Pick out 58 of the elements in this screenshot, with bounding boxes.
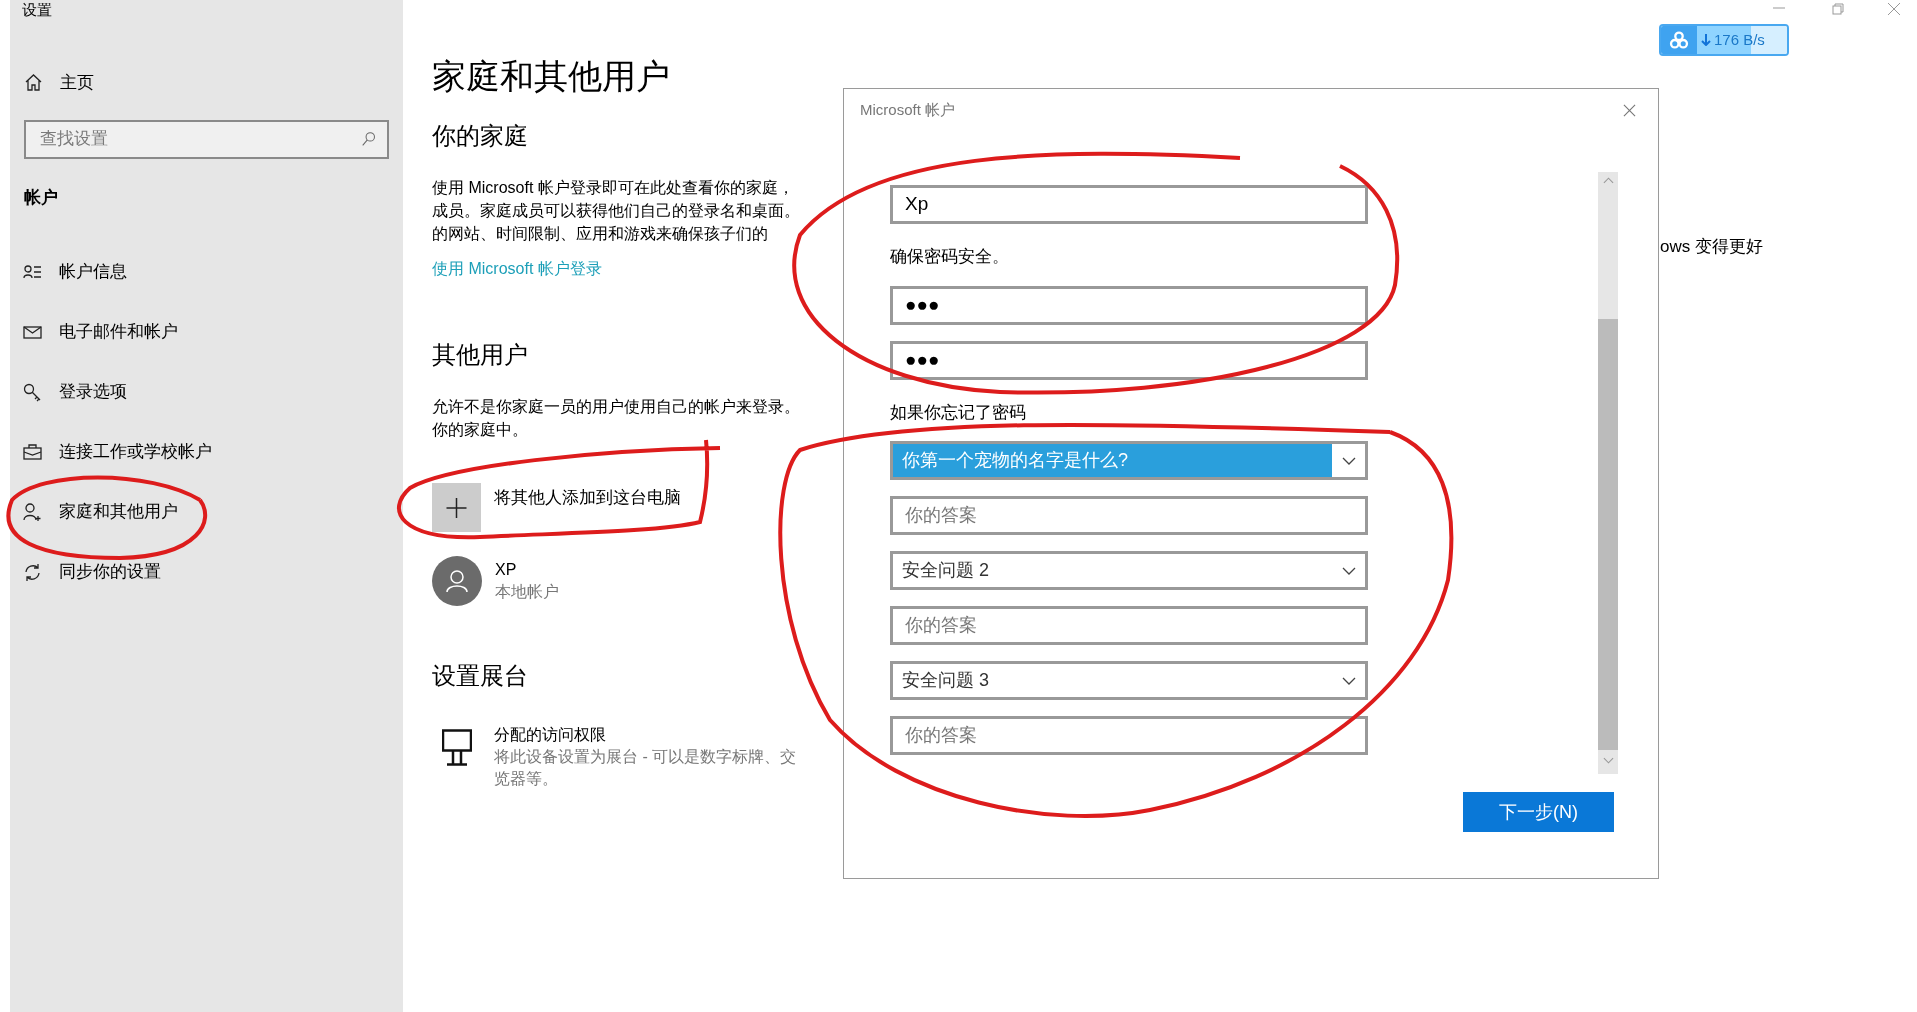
input-field[interactable]: Xp bbox=[890, 185, 1368, 224]
chevron-down-icon bbox=[1341, 456, 1356, 465]
scrollbar-thumb[interactable] bbox=[1598, 319, 1618, 750]
input-field[interactable]: ●●● bbox=[890, 285, 1368, 325]
kiosk-icon bbox=[442, 728, 472, 768]
sidebar-item[interactable]: 同步你的设置 bbox=[23, 558, 161, 586]
home-icon bbox=[24, 73, 43, 93]
form-label: 如果你忘记了密码 bbox=[890, 401, 1026, 424]
side-text: ows 变得更好 bbox=[1660, 236, 1763, 258]
question-dropdown[interactable]: 安全问题 3 bbox=[890, 661, 1368, 700]
close-icon[interactable] bbox=[1887, 2, 1901, 16]
sidebar-item[interactable]: 家庭和其他用户 bbox=[23, 498, 178, 526]
key-icon bbox=[23, 382, 42, 402]
kiosk-description: 将此设备设置为展台 - 可以是数字标牌、交 览器等。 bbox=[494, 747, 797, 789]
account-type: 本地帐户 bbox=[495, 582, 559, 602]
home-nav-item[interactable]: 主页 bbox=[24, 70, 94, 96]
section-heading: 你的家庭 bbox=[432, 121, 528, 151]
chevron-down-icon bbox=[1341, 676, 1356, 685]
cloud-icon bbox=[1669, 31, 1689, 49]
kiosk-item[interactable]: 分配的访问权限 将此设备设置为展台 - 可以是数字标牌、交 览器等。 bbox=[442, 724, 797, 790]
answer-field[interactable]: 你的答案 bbox=[890, 716, 1368, 755]
page-title: 家庭和其他用户 bbox=[432, 56, 670, 97]
user-name: XP bbox=[495, 560, 518, 580]
chevron-up-icon bbox=[1602, 176, 1614, 185]
section-heading: 帐户 bbox=[24, 186, 58, 209]
download-arrow-icon bbox=[1701, 34, 1711, 46]
answer-field[interactable]: 你的答案 bbox=[890, 496, 1368, 535]
family-description: 使用 Microsoft 帐户登录即可在此处查看你的家庭， 成员。家庭成员可以获得他们自己的登录名和桌面。 的网站、时间限制、应用和游戏来确保孩子们的 bbox=[432, 178, 800, 244]
restore-icon[interactable] bbox=[1831, 2, 1845, 16]
form-label: 确保密码安全。 bbox=[890, 246, 1009, 268]
sidebar-item[interactable]: 连接工作或学校帐户 bbox=[23, 438, 212, 466]
chevron-down-icon bbox=[1341, 566, 1356, 575]
add-user-item[interactable]: 将其他人添加到这台电脑 bbox=[432, 483, 681, 532]
search-icon bbox=[361, 130, 377, 147]
sidebar-item[interactable]: 电子邮件和帐户 bbox=[23, 318, 178, 346]
avatar-icon bbox=[432, 556, 482, 606]
answer-field[interactable]: 你的答案 bbox=[890, 606, 1368, 645]
close-icon[interactable] bbox=[1623, 103, 1636, 117]
section-heading: 其他用户 bbox=[432, 340, 528, 370]
search-field[interactable]: 查找设置 bbox=[24, 119, 389, 159]
briefcase-icon bbox=[23, 442, 42, 462]
dialog-title: Microsoft 帐户 bbox=[860, 99, 955, 120]
user-item[interactable]: XP 本地帐户 bbox=[432, 556, 559, 606]
sidebar-item[interactable]: 帐户信息 bbox=[23, 258, 127, 286]
person-add-icon bbox=[23, 502, 42, 522]
chevron-down-icon bbox=[1602, 756, 1614, 765]
sync-icon bbox=[23, 562, 42, 582]
kiosk-title: 分配的访问权限 bbox=[494, 725, 607, 745]
window-title: 设置 bbox=[21, 0, 52, 20]
other-users-description: 允许不是你家庭一员的用户使用自己的帐户来登录。 你的家庭中。 bbox=[432, 397, 800, 440]
section-heading: 设置展台 bbox=[432, 661, 528, 691]
plus-icon bbox=[432, 483, 481, 532]
sidebar-item[interactable]: 登录选项 bbox=[23, 378, 127, 406]
next-button[interactable]: 下一步(N) bbox=[1463, 792, 1614, 832]
input-field[interactable]: ●●● bbox=[890, 340, 1368, 380]
speed-reading: 176 B/s bbox=[1714, 29, 1765, 50]
question-dropdown[interactable]: 安全问题 2 bbox=[890, 551, 1368, 590]
scrollbar[interactable] bbox=[1598, 172, 1618, 774]
